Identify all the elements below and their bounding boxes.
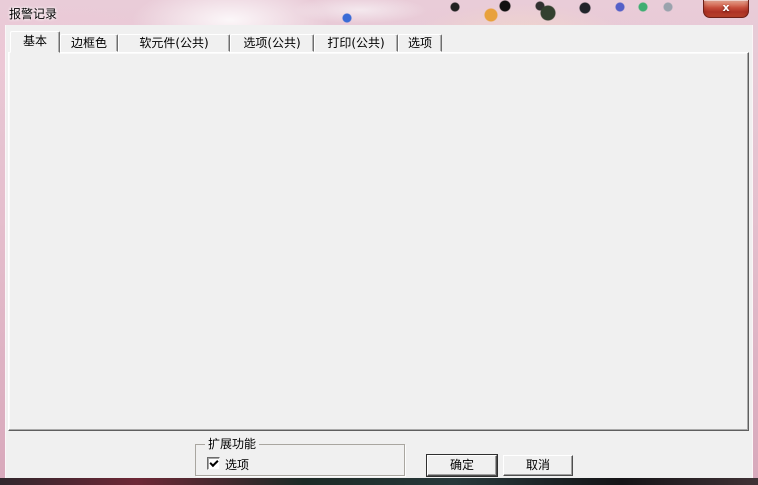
alarm-record-dialog: 报警记录 x 基本 边框色 软元件(公共) 选项(公共) 打印(公共) 选项 显… bbox=[0, 0, 758, 485]
window-title: 报警记录 bbox=[9, 5, 57, 22]
extension-group-title: 扩展功能 bbox=[205, 437, 259, 451]
tab-basic[interactable]: 基本 bbox=[10, 31, 60, 53]
ok-button[interactable]: 确定 bbox=[427, 455, 497, 476]
extension-option-label: 选项 bbox=[225, 458, 249, 472]
window-frame-bottom bbox=[0, 478, 758, 485]
cancel-button[interactable]: 取消 bbox=[503, 455, 573, 476]
close-icon: x bbox=[722, 1, 729, 14]
tab-device-common[interactable]: 软元件(公共) bbox=[118, 34, 230, 52]
tab-options-common[interactable]: 选项(公共) bbox=[230, 34, 314, 52]
tab-options[interactable]: 选项 bbox=[398, 34, 442, 52]
tab-page-basic bbox=[8, 52, 749, 431]
tab-border-color[interactable]: 边框色 bbox=[60, 34, 118, 52]
extension-option-checkbox[interactable] bbox=[207, 457, 220, 470]
close-button[interactable]: x bbox=[703, 0, 749, 18]
titlebar-glass[interactable]: 报警记录 bbox=[0, 0, 758, 25]
tab-print-common[interactable]: 打印(公共) bbox=[314, 34, 398, 52]
